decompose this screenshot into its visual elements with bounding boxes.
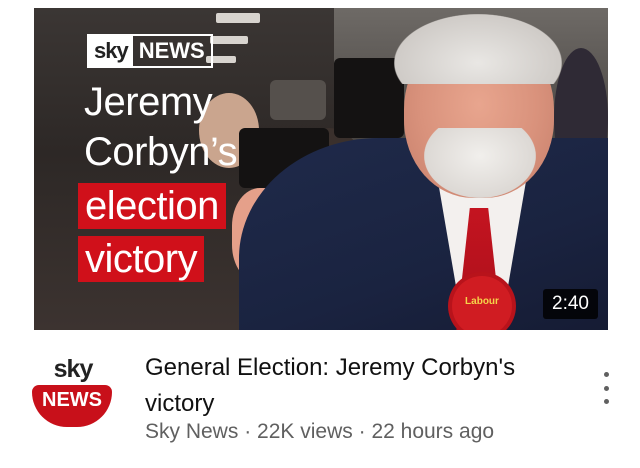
meta-separator: ·	[244, 420, 252, 443]
meta-separator: ·	[358, 420, 366, 443]
video-thumbnail[interactable]: Labour sky NEWS Jeremy Corbyn’s election…	[34, 8, 608, 330]
sky-news-logo: sky NEWS	[87, 34, 213, 68]
video-metadata: Sky News · 22K views · 22 hours ago	[145, 420, 494, 444]
logo-news-text: NEWS	[138, 38, 205, 63]
thumbnail-headline-line3: election	[78, 183, 226, 229]
more-vertical-icon[interactable]	[596, 372, 616, 404]
hair	[394, 14, 562, 84]
logo-sky-text: sky	[89, 36, 133, 66]
video-title[interactable]: General Election: Jeremy Corbyn's victor…	[145, 350, 565, 422]
channel-avatar[interactable]: sky NEWS	[30, 355, 114, 429]
thumbnail-headline-line4: victory	[78, 236, 205, 282]
dot	[603, 372, 609, 377]
ceiling-light	[210, 36, 248, 44]
ceiling-light	[216, 13, 260, 23]
thumbnail-headline-line2: Corbyn’s	[84, 130, 238, 174]
video-duration-badge: 2:40	[543, 289, 598, 319]
labour-rosette: Labour	[452, 276, 512, 330]
avatar-sky-text: sky	[53, 355, 94, 383]
view-count: 22K views	[257, 420, 353, 443]
camera-light	[270, 80, 326, 120]
thumbnail-headline-line1: Jeremy	[84, 80, 213, 124]
channel-name[interactable]: Sky News	[145, 420, 238, 443]
beard	[424, 128, 536, 198]
dot	[603, 385, 609, 391]
rosette-label: Labour	[465, 296, 499, 307]
avatar-news-text: NEWS	[32, 385, 112, 427]
upload-age: 22 hours ago	[371, 420, 495, 443]
dot	[603, 399, 609, 404]
